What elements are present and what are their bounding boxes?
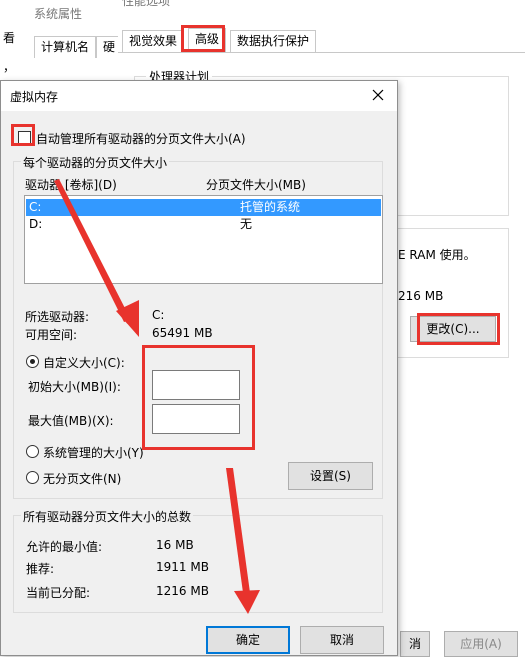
ram-text: E RAM 使用。: [398, 248, 476, 262]
list-item[interactable]: C: 托管的系统: [26, 199, 381, 216]
max-size-label: 最大值(MB)(X):: [28, 414, 114, 428]
set-button[interactable]: 设置(S): [288, 462, 373, 490]
close-icon: [372, 89, 384, 101]
tab-divider: [118, 52, 525, 53]
per-drive-title: 每个驱动器的分页文件大小: [21, 154, 170, 171]
system-managed-label: 系统管理的大小(Y): [43, 446, 144, 460]
totals-title: 所有驱动器分页文件大小的总数: [21, 508, 194, 525]
custom-size-label: 自定义大小(C):: [43, 356, 125, 370]
cancel-button-bg[interactable]: 消: [400, 631, 430, 657]
change-button[interactable]: 更改(C)...: [410, 316, 496, 342]
side-text: ，: [3, 60, 16, 74]
recommended-label: 推荐:: [26, 562, 55, 576]
list-item[interactable]: D: 无: [26, 216, 381, 233]
paging-size-text: 216 MB: [398, 289, 444, 303]
initial-size-label: 初始大小(MB)(I):: [28, 380, 121, 394]
tab-computer-name[interactable]: 计算机名: [34, 36, 97, 58]
selected-drive-value: C:: [152, 308, 165, 322]
virtual-memory-dialog: 虚拟内存 自动管理所有驱动器的分页文件大小(A) 每个驱动器的分页文件大小 驱动…: [0, 80, 398, 656]
size-column-header: 分页文件大小(MB): [206, 178, 306, 192]
cancel-button[interactable]: 取消: [300, 626, 384, 654]
performance-options-title: 性能选项: [122, 0, 171, 8]
dialog-titlebar: 虚拟内存: [1, 81, 397, 111]
close-button[interactable]: [367, 84, 389, 106]
system-properties-title: 系统属性: [34, 7, 83, 21]
drive-list[interactable]: C: 托管的系统 D: 无: [24, 195, 383, 284]
min-allowed-value: 16 MB: [156, 538, 194, 552]
selected-drive-label: 所选驱动器:: [25, 310, 90, 324]
max-size-input[interactable]: [152, 404, 240, 434]
current-allocated-label: 当前已分配:: [26, 586, 91, 600]
no-paging-label: 无分页文件(N): [43, 472, 122, 486]
no-paging-radio[interactable]: [26, 471, 39, 484]
drive-column-header: 驱动器 [卷标](D): [25, 178, 117, 192]
side-text: 看: [3, 31, 16, 45]
tab-advanced[interactable]: 高级: [188, 28, 227, 52]
system-managed-radio[interactable]: [26, 445, 39, 458]
drive-letter: C:: [29, 200, 42, 214]
apply-button[interactable]: 应用(A): [444, 631, 518, 657]
drive-paging-size: 托管的系统: [240, 200, 301, 214]
custom-size-radio[interactable]: [26, 355, 39, 368]
initial-size-input[interactable]: [152, 370, 240, 400]
recommended-value: 1911 MB: [156, 560, 209, 574]
current-allocated-value: 1216 MB: [156, 584, 209, 598]
free-space-value: 65491 MB: [152, 326, 213, 340]
dialog-title: 虚拟内存: [10, 90, 59, 104]
tab-data-execution-prevention[interactable]: 数据执行保护: [230, 30, 317, 52]
free-space-label: 可用空间:: [25, 328, 78, 342]
min-allowed-label: 允许的最小值:: [26, 540, 103, 554]
tab-visual-effects[interactable]: 视觉效果: [122, 30, 185, 52]
drive-letter: D:: [29, 217, 43, 231]
auto-manage-checkbox[interactable]: [18, 131, 31, 144]
drive-paging-size: 无: [240, 217, 253, 231]
ok-button[interactable]: 确定: [206, 626, 290, 654]
auto-manage-label: 自动管理所有驱动器的分页文件大小(A): [36, 132, 246, 146]
